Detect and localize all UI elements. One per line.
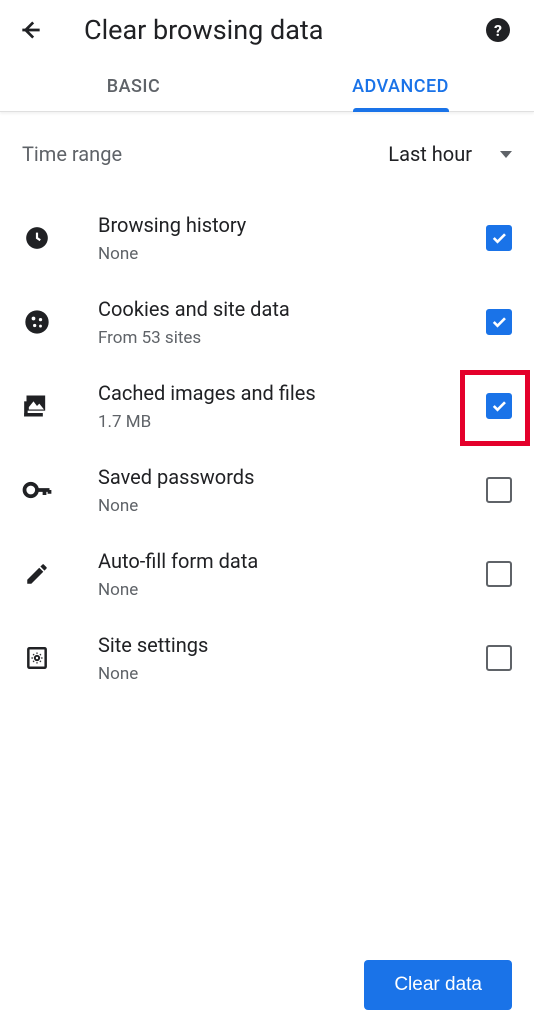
- item-cached[interactable]: Cached images and files 1.7 MB: [0, 364, 534, 448]
- checkbox-cached[interactable]: [486, 393, 512, 419]
- item-title: Site settings: [98, 632, 486, 659]
- item-subtitle: None: [98, 664, 486, 684]
- settings-page-icon: [22, 643, 52, 673]
- tab-basic[interactable]: BASIC: [0, 60, 267, 111]
- checkbox-autofill[interactable]: [486, 561, 512, 587]
- item-subtitle: None: [98, 496, 486, 516]
- help-icon[interactable]: ?: [486, 18, 510, 42]
- checkbox-cookies[interactable]: [486, 309, 512, 335]
- item-autofill[interactable]: Auto-fill form data None: [0, 532, 534, 616]
- checkbox-site-settings[interactable]: [486, 645, 512, 671]
- item-cookies[interactable]: Cookies and site data From 53 sites: [0, 280, 534, 364]
- cookie-icon: [22, 307, 52, 337]
- image-icon: [22, 391, 52, 421]
- checkbox-passwords[interactable]: [486, 477, 512, 503]
- key-icon: [22, 475, 52, 505]
- time-range-select[interactable]: Last hour: [388, 142, 512, 166]
- tab-advanced[interactable]: ADVANCED: [267, 60, 534, 111]
- time-range-label: Time range: [22, 142, 388, 166]
- item-site-settings[interactable]: Site settings None: [0, 616, 534, 700]
- time-range-value: Last hour: [388, 142, 472, 166]
- item-title: Browsing history: [98, 212, 486, 239]
- item-title: Saved passwords: [98, 464, 486, 491]
- page-title: Clear browsing data: [84, 14, 486, 46]
- clock-icon: [22, 223, 52, 253]
- item-passwords[interactable]: Saved passwords None: [0, 448, 534, 532]
- checkbox-browsing-history[interactable]: [486, 225, 512, 251]
- item-subtitle: From 53 sites: [98, 328, 486, 348]
- item-subtitle: None: [98, 580, 486, 600]
- pencil-icon: [22, 559, 52, 589]
- chevron-down-icon: [500, 151, 512, 158]
- item-title: Auto-fill form data: [98, 548, 486, 575]
- item-browsing-history[interactable]: Browsing history None: [0, 196, 534, 280]
- back-icon[interactable]: [18, 17, 44, 43]
- item-subtitle: None: [98, 244, 486, 264]
- item-title: Cookies and site data: [98, 296, 486, 323]
- clear-data-button[interactable]: Clear data: [364, 960, 512, 1010]
- item-title: Cached images and files: [98, 380, 486, 407]
- item-subtitle: 1.7 MB: [98, 412, 486, 432]
